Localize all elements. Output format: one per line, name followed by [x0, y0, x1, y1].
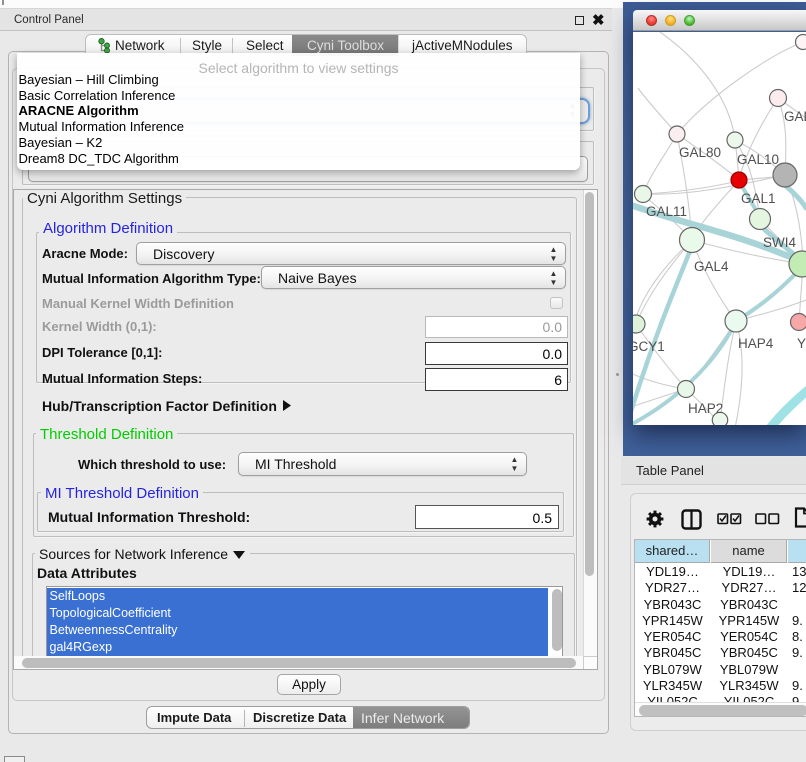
svg-text:GAL: GAL — [784, 109, 806, 124]
svg-text:GCY1: GCY1 — [633, 339, 665, 354]
svg-text:HAP2: HAP2 — [688, 401, 723, 416]
svg-text:GAL80: GAL80 — [679, 145, 721, 160]
svg-text:Y: Y — [797, 336, 806, 351]
svg-text:SWI4: SWI4 — [763, 235, 796, 250]
svg-text:GAL10: GAL10 — [737, 152, 779, 167]
svg-text:HAP4: HAP4 — [738, 336, 774, 351]
svg-text:GAL4: GAL4 — [694, 259, 729, 274]
svg-text:GAL1: GAL1 — [741, 191, 776, 206]
svg-text:GAL11: GAL11 — [646, 204, 687, 219]
